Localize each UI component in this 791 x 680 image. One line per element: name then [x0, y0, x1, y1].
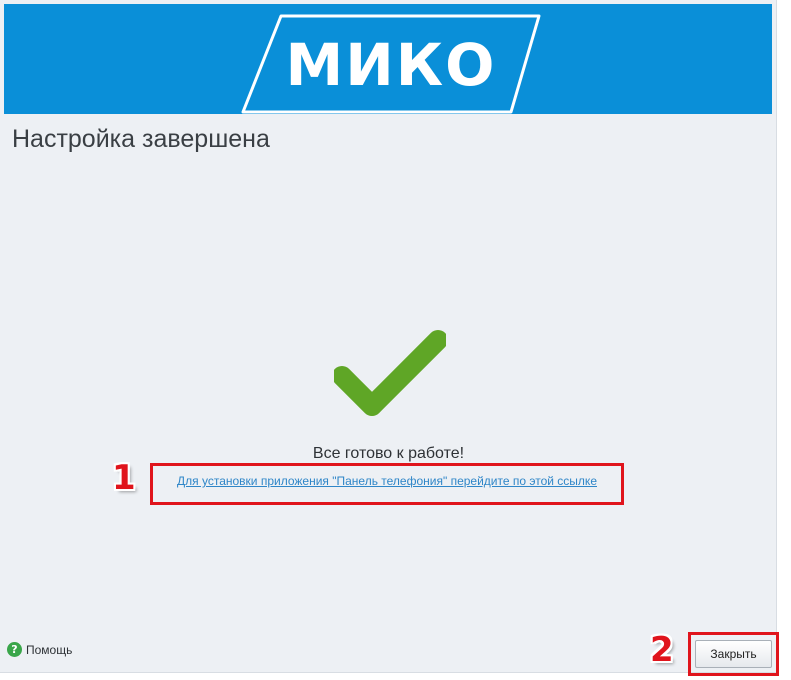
logo-text: МИКО [285, 31, 497, 99]
brand-banner: МИКО [4, 4, 772, 114]
help-link[interactable]: ? Помощь [7, 642, 72, 657]
annotation-marker-2: 2 [650, 630, 674, 670]
annotation-marker-1: 1 [112, 458, 136, 498]
setup-wizard-window: МИКО Настройка завершена Все готово к ра… [0, 0, 779, 676]
close-button[interactable]: Закрыть [695, 640, 772, 668]
page-title: Настройка завершена [12, 125, 270, 153]
miko-logo: МИКО [241, 14, 541, 114]
install-phone-panel-link[interactable]: Для установки приложения "Панель телефон… [150, 474, 624, 488]
question-icon: ? [7, 642, 22, 657]
help-label: Помощь [26, 642, 73, 657]
checkmark-icon [332, 326, 448, 416]
